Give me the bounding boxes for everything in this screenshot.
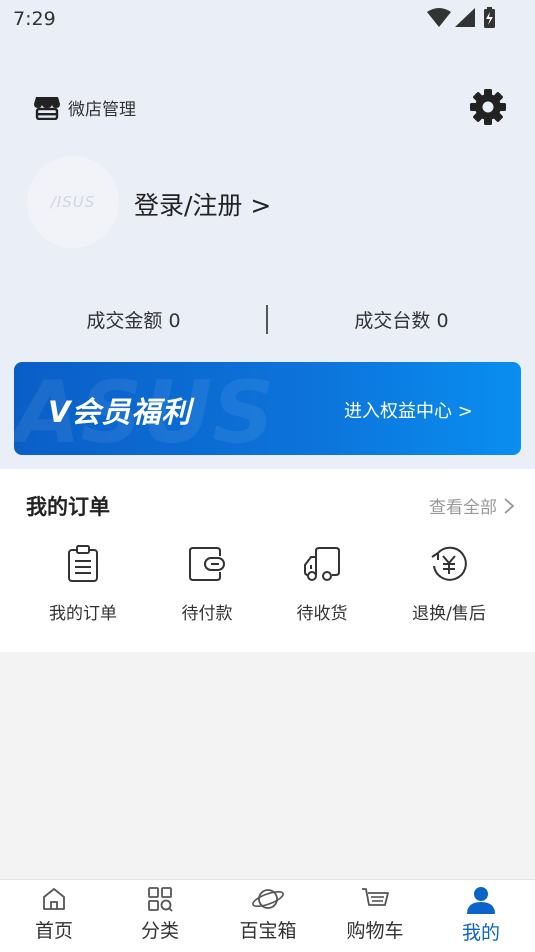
wallet-icon — [189, 547, 225, 581]
tab-mine[interactable]: 我的 — [441, 886, 521, 945]
home-icon — [43, 888, 65, 910]
orders-title: 我的订单 — [26, 495, 110, 519]
banner-title: V会员福利 — [48, 395, 192, 429]
svg-text:/ISUS: /ISUS — [49, 193, 96, 211]
clipboard-icon — [68, 545, 98, 582]
planet-icon — [252, 889, 284, 909]
tab-label: 分类 — [140, 920, 179, 942]
tab-home[interactable]: 首页 — [14, 886, 94, 943]
order-item-label: 待收货 — [296, 604, 348, 624]
tab-label: 购物车 — [346, 920, 404, 942]
tab-toolbox[interactable]: 百宝箱 — [228, 886, 308, 943]
deal-amount: 成交金额 0 — [86, 310, 181, 332]
status-time: 7:29 — [13, 8, 56, 30]
truck-icon — [304, 547, 340, 581]
order-item-label: 我的订单 — [49, 604, 117, 624]
profile-header: 7:29 微店管理 /ISUS 登录/注册 > 成交金额 0 成交台数 0 AS… — [0, 0, 535, 469]
yen-refund-icon — [431, 546, 467, 581]
benefits-center-link[interactable]: 进入权益中心 > — [344, 397, 473, 423]
status-icons — [427, 7, 497, 33]
order-item-label: 待付款 — [181, 604, 233, 624]
tab-label: 我的 — [461, 922, 500, 944]
view-all-orders-link[interactable]: 查看全部 — [429, 493, 515, 518]
orders-section: 我的订单 查看全部 我的订单 待付款 待收货 退换/售后 — [0, 469, 535, 652]
store-icon — [34, 97, 60, 120]
order-item-refund[interactable]: 退换/售后 — [394, 545, 504, 624]
vip-banner[interactable]: ASUS V会员福利 进入权益中心 > — [14, 362, 521, 455]
cart-icon — [362, 888, 389, 906]
order-item-label: 退换/售后 — [412, 604, 486, 624]
avatar[interactable]: /ISUS — [27, 156, 119, 248]
tab-label: 首页 — [34, 920, 73, 942]
shop-manage-entry[interactable]: 微店管理 — [33, 94, 136, 120]
wifi-icon — [427, 7, 495, 28]
order-item-pending-payment[interactable]: 待付款 — [152, 545, 262, 624]
chevron-right-icon — [504, 497, 515, 514]
gear-icon[interactable] — [468, 87, 508, 127]
grid-search-icon — [148, 887, 173, 912]
tab-category[interactable]: 分类 — [120, 886, 200, 943]
shop-manage-label: 微店管理 — [68, 99, 136, 120]
deal-count: 成交台数 0 — [354, 310, 449, 332]
tab-cart[interactable]: 购物车 — [335, 886, 415, 943]
order-item-all[interactable]: 我的订单 — [28, 545, 138, 624]
order-item-pending-receipt[interactable]: 待收货 — [267, 545, 377, 624]
view-all-label: 查看全部 — [429, 498, 497, 518]
bottom-tab-bar: 首页 分类 百宝箱 购物车 我的 — [0, 879, 535, 952]
login-register-link[interactable]: 登录/注册 > — [134, 186, 271, 222]
status-bar: 7:29 — [0, 0, 535, 36]
asus-logo: /ISUS — [49, 193, 96, 211]
person-icon — [467, 887, 495, 914]
tab-label: 百宝箱 — [239, 920, 297, 942]
